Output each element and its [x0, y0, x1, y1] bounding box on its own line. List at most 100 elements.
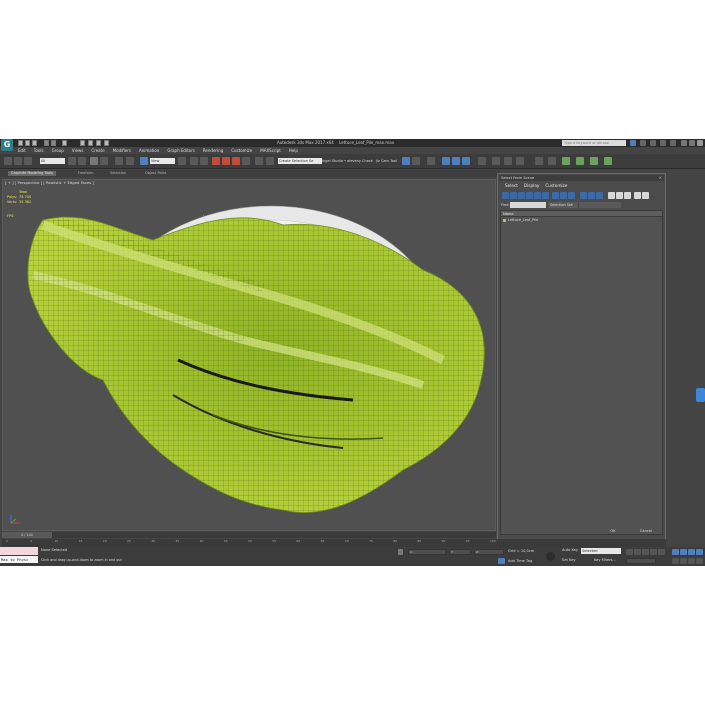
scene-explorer-icon[interactable] [535, 157, 543, 165]
goto-start-icon[interactable] [626, 549, 633, 555]
filter-advanced-icon[interactable] [642, 192, 649, 199]
y-coordinate-field[interactable]: Y: [449, 549, 471, 555]
dialog-close-icon[interactable]: × [659, 175, 662, 181]
snaps-toggle-icon[interactable] [212, 157, 220, 165]
dialog-menu-select[interactable]: Select [502, 183, 521, 188]
tab-graphite-modeling[interactable]: Graphite Modeling Tools [8, 171, 57, 176]
window-icon[interactable] [88, 140, 93, 146]
undo-icon[interactable] [44, 140, 49, 146]
display-invert-icon[interactable] [596, 192, 603, 199]
list-icon[interactable] [608, 192, 615, 199]
ok-button[interactable]: OK [598, 528, 628, 535]
side-panel-icon[interactable] [696, 388, 705, 402]
perspective-viewport[interactable]: [ + ] [ Perspective ] [ Realistic + Edge… [2, 179, 496, 531]
dialog-menu-customize[interactable]: Customize [542, 183, 570, 188]
find-input[interactable] [510, 202, 546, 208]
curve-editor-icon[interactable] [452, 157, 460, 165]
list-item[interactable]: Lettuce_Leaf_Pile [501, 218, 662, 223]
tab-object-paint[interactable]: Object Paint [145, 171, 166, 176]
toolbar-text-studio[interactable]: Ingel Studio • eleveny Check [322, 159, 373, 163]
pan-view-icon[interactable] [680, 558, 687, 564]
toolbar-text-cam[interactable]: Jiz Cam Tool [376, 159, 397, 163]
zoom-extents-all-icon[interactable] [696, 549, 703, 555]
project-folder-icon[interactable] [62, 140, 67, 146]
layer-manager-icon[interactable] [427, 157, 435, 165]
zoom-extents-icon[interactable] [688, 549, 695, 555]
angle-snap-icon[interactable] [222, 157, 230, 165]
menu-group[interactable]: Group [48, 147, 68, 154]
material-editor-icon[interactable] [478, 157, 486, 165]
render-setup-icon[interactable] [492, 157, 500, 165]
user-icon[interactable] [660, 140, 666, 146]
redo-icon[interactable] [51, 140, 56, 146]
filter-bones-icon[interactable] [568, 192, 575, 199]
menu-help[interactable]: Help [285, 147, 302, 154]
maxscript-input[interactable]: Max to Physc [0, 556, 38, 563]
add-time-tag[interactable]: Add Time Tag [508, 559, 532, 563]
search-icon[interactable] [630, 140, 636, 146]
menu-tools[interactable]: Tools [30, 147, 48, 154]
display-all-icon[interactable] [580, 192, 587, 199]
pencil-icon[interactable] [266, 157, 274, 165]
window-crossing-icon[interactable] [100, 157, 108, 165]
maximize-icon[interactable] [104, 140, 109, 146]
play-icon[interactable] [642, 549, 649, 555]
maxscript-output[interactable] [0, 547, 38, 555]
app-logo-icon[interactable]: G [1, 139, 13, 151]
menu-animation[interactable]: Animation [135, 147, 163, 154]
rendered-frame-icon[interactable] [504, 157, 512, 165]
prev-frame-icon[interactable] [634, 549, 641, 555]
align-icon[interactable] [412, 157, 420, 165]
menu-maxscript[interactable]: MAXScript [256, 147, 285, 154]
auto-key-button[interactable]: Auto Key [562, 548, 578, 552]
tab-freeform[interactable]: Freeform [78, 171, 94, 176]
goto-end-icon[interactable] [658, 549, 665, 555]
x-coordinate-field[interactable]: X: [408, 549, 446, 555]
close-icon[interactable] [697, 140, 703, 146]
select-object-icon[interactable] [68, 157, 76, 165]
maxscript-listener[interactable]: Max to Physc [0, 547, 38, 566]
pivot-icon[interactable] [178, 157, 186, 165]
spinner-snap-icon[interactable] [242, 157, 250, 165]
schematic-view-icon[interactable] [462, 157, 470, 165]
key-selection-dropdown[interactable]: Selected [581, 548, 621, 554]
lock-icon[interactable] [624, 192, 631, 199]
field-of-view-icon[interactable] [672, 558, 679, 564]
lock-selection-icon[interactable] [398, 549, 403, 555]
scale-icon[interactable] [140, 157, 148, 165]
workspace-icon[interactable] [80, 140, 85, 146]
layout-icon[interactable] [96, 140, 101, 146]
dialog-title[interactable]: Select From Scene × [499, 175, 664, 181]
snap-face-icon[interactable] [604, 157, 612, 165]
time-slider[interactable]: 0 / 100 [2, 532, 496, 538]
menu-customize[interactable]: Customize [227, 147, 256, 154]
new-file-icon[interactable] [18, 140, 23, 146]
rotate-icon[interactable] [126, 157, 134, 165]
filter-shapes-icon[interactable] [510, 192, 517, 199]
link-icon[interactable] [4, 157, 12, 165]
selection-set-dropdown[interactable] [579, 202, 621, 208]
minimize-icon[interactable] [681, 140, 687, 146]
set-key-button[interactable]: Set Key [562, 558, 576, 562]
edit-named-selection-icon[interactable] [255, 157, 263, 165]
set-key-mode-icon[interactable] [546, 552, 555, 561]
move-icon[interactable] [115, 157, 123, 165]
column-header-name[interactable]: Name [501, 211, 662, 217]
infocenter-icon[interactable] [640, 140, 646, 146]
filter-helpers-icon[interactable] [534, 192, 541, 199]
menu-modifiers[interactable]: Modifiers [109, 147, 135, 154]
extra-tool-icon[interactable] [548, 157, 556, 165]
mirror-icon[interactable] [402, 157, 410, 165]
star-icon[interactable] [650, 140, 656, 146]
save-file-icon[interactable] [32, 140, 37, 146]
reference-coordinate-dropdown[interactable]: View [150, 158, 175, 164]
rect-selection-icon[interactable] [90, 157, 98, 165]
menu-create[interactable]: Create [87, 147, 108, 154]
search-input[interactable]: Type a keyword or phrase [562, 140, 626, 146]
unlink-icon[interactable] [14, 157, 22, 165]
graphite-toggle-icon[interactable] [442, 157, 450, 165]
zoom-icon[interactable] [672, 549, 679, 555]
filter-xrefs-icon[interactable] [560, 192, 567, 199]
render-icon[interactable] [516, 157, 524, 165]
current-frame-field[interactable] [626, 558, 656, 564]
